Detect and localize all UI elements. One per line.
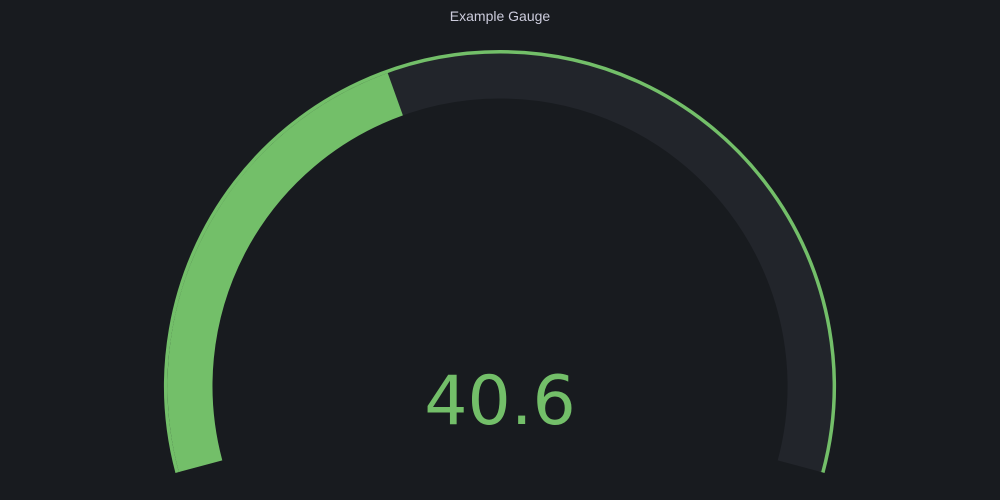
gauge-value-arc bbox=[167, 73, 403, 473]
gauge-chart: 40.6 bbox=[164, 50, 836, 473]
gauge-panel: Example Gauge 40.6 bbox=[0, 0, 1000, 500]
gauge-value-text: 40.6 bbox=[424, 362, 575, 441]
